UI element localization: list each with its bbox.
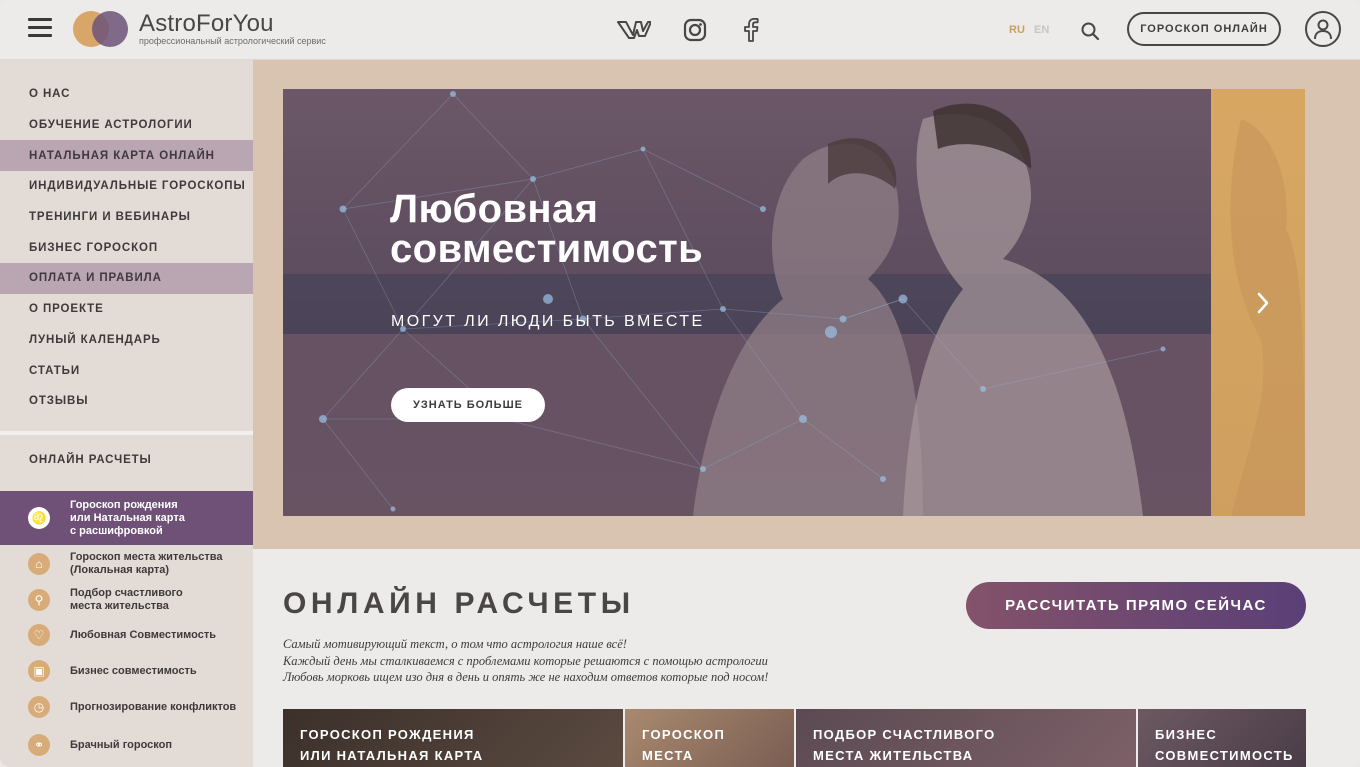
sidebar-calc-item[interactable]: ♡ Любовная Совместимость [0,619,253,651]
sidebar-calc-label: Гороскоп рождения или Натальная карта с ра… [70,499,185,538]
lang-ru-link[interactable]: RU [1009,24,1025,36]
sidebar-calc-label-line: Брачный гороскоп [70,738,173,751]
sidebar-calc-label-line: или Натальная карта [70,511,185,524]
horoscope-online-button[interactable]: ГОРОСКОП ОНЛАЙН [1127,12,1281,46]
chevron-right-icon [1257,292,1269,314]
description-line: Каждый день мы сталкиваемся с проблемами… [283,653,768,668]
section-description: Самый мотивирующий текст, о том что астр… [283,636,768,686]
card-title-line: ГОРОСКОП РОЖДЕНИЯ [300,727,475,742]
sidebar-divider [0,431,253,435]
sidebar-calc-label-line: Гороскоп места жительства [70,551,223,563]
forecast-icon: ◷ [28,696,50,718]
card-title-line: СОВМЕСТИМОСТЬ [1155,748,1294,763]
location-icon: ⚲ [28,589,50,611]
calculate-now-button[interactable]: РАССЧИТАТЬ ПРЯМО СЕЙЧАС [966,582,1306,629]
hero-title-line1: Любовная [390,187,599,231]
sidebar-nav-item[interactable]: НАТАЛЬНАЯ КАРТА ОНЛАЙН [0,140,253,172]
sidebar-calc-label-line: Любовная Совместимость [70,628,216,641]
search-icon[interactable] [1079,20,1101,42]
learn-more-button[interactable]: УЗНАТЬ БОЛЬШЕ [391,388,545,422]
sidebar-nav-item[interactable]: О НАС [0,79,253,110]
sidebar-calc-label: Бизнес совместимость [70,665,197,678]
briefcase-icon: ▣ [28,660,50,682]
lang-en-link[interactable]: EN [1034,24,1049,36]
sidebar: О НАС ОБУЧЕНИЕ АСТРОЛОГИИ НАТАЛЬНАЯ КАРТА … [0,60,253,767]
sidebar-calc-item[interactable]: ⚭ Брачный гороскоп [0,729,253,761]
top-header: AstroForYou профессиональный астрологиче… [0,0,1360,60]
sidebar-calc-item[interactable]: ♌ Гороскоп рождения или Натальная карта с р… [0,491,253,545]
facebook-icon[interactable] [734,16,768,44]
card-business-compatibility[interactable]: БИЗНЕС СОВМЕСТИМОСТЬ [1138,709,1306,767]
sidebar-section-title: ОНЛАЙН РАСЧЕТЫ [29,454,152,466]
user-account-button[interactable] [1305,11,1341,47]
sidebar-nav-item[interactable]: СТАТЬИ [0,355,253,386]
sidebar-calc-label-line: Прогнозирование конфликтов [70,700,237,713]
sidebar-calc-label: Подбор счастливого места жительства [70,587,183,613]
sidebar-nav-item[interactable]: ОБУЧЕНИЕ АСТРОЛОГИИ [0,110,253,141]
sidebar-nav-item[interactable]: ТРЕНИНГИ И ВЕБИНАРЫ [0,202,253,233]
rings-icon: ⚭ [28,734,50,756]
sidebar-calc-label-line: Гороскоп рождения [70,498,178,511]
sidebar-calc-label-line: (Локальная карта) [70,564,170,576]
sidebar-calc-label: Прогнозирование конфликтов [70,701,236,714]
sidebar-calc-item[interactable]: ⚲ Подбор счастливого места жительства [0,583,253,617]
sidebar-calc-label-line: места жительства [70,600,169,612]
user-icon [1314,19,1332,40]
hero-title: Любовная совместимость [390,189,703,269]
sidebar-calc-item[interactable]: ◷ Прогнозирование конфликтов [0,691,253,723]
card-title-line: ИЛИ НАТАЛЬНАЯ КАРТА [300,748,484,763]
sidebar-nav-item[interactable]: ЛУНЫЙ КАЛЕНДАРЬ [0,325,253,356]
next-slide-button[interactable] [1211,89,1305,516]
sidebar-calc-label-line: Бизнес совместимость [70,664,197,677]
sidebar-calc-label-line: с расшифровкой [70,524,163,537]
hero-image [283,89,1211,516]
hero-subtitle: МОГУТ ЛИ ЛЮДИ БЫТЬ ВМЕСТЕ [391,313,705,330]
sidebar-calc-label: Брачный гороскоп [70,739,172,752]
vk-icon[interactable] [617,16,651,44]
logo-title[interactable]: AstroForYou [139,10,274,38]
card-title-line: ПОДБОР СЧАСТЛИВОГО [813,727,996,742]
card-title-line: МЕСТА [642,748,694,763]
card-title-line: БИЗНЕС [1155,727,1218,742]
card-happy-place[interactable]: ПОДБОР СЧАСТЛИВОГО МЕСТА ЖИТЕЛЬСТВА [796,709,1136,767]
sidebar-nav-item[interactable]: ОПЛАТА И ПРАВИЛА [0,263,253,294]
sidebar-nav-item[interactable]: БИЗНЕС ГОРОСКОП [0,232,253,263]
calc-cards: ГОРОСКОП РОЖДЕНИЯ ИЛИ НАТАЛЬНАЯ КАРТА ГО… [283,709,1306,767]
logo-subtitle: профессиональный астрологический сервис [139,36,326,46]
description-line: Самый мотивирующий текст, о том что астр… [283,637,627,651]
card-natal-chart[interactable]: ГОРОСКОП РОЖДЕНИЯ ИЛИ НАТАЛЬНАЯ КАРТА [283,709,623,767]
instagram-icon[interactable] [678,16,712,44]
home-icon: ⌂ [28,553,50,575]
sidebar-nav-item[interactable]: О ПРОЕКТЕ [0,294,253,325]
sidebar-calc-label: Гороскоп места жительства (Локальная карт… [70,551,222,577]
hero-section: Любовная совместимость МОГУТ ЛИ ЛЮДИ БЫТ… [253,60,1360,549]
menu-icon[interactable] [28,18,52,38]
sidebar-calc-item[interactable]: ⌂ Гороскоп места жительства (Локальная кар… [0,547,253,581]
sidebar-calc-item[interactable]: ▣ Бизнес совместимость [0,655,253,687]
sidebar-nav-item[interactable]: ИНДИВИДУАЛЬНЫЕ ГОРОСКОПЫ [0,171,253,202]
card-title-line: МЕСТА ЖИТЕЛЬСТВА [813,748,974,763]
heart-icon: ♡ [28,624,50,646]
sidebar-calc-label-line: Подбор счастливого [70,587,183,599]
natal-chart-icon: ♌ [28,507,50,529]
page: AstroForYou профессиональный астрологиче… [0,0,1360,767]
sidebar-nav-item[interactable]: ОТЗЫВЫ [0,386,253,417]
card-title-line: ГОРОСКОП [642,727,726,742]
sidebar-nav: О НАС ОБУЧЕНИЕ АСТРОЛОГИИ НАТАЛЬНАЯ КАРТА … [0,60,253,417]
section-title: ОНЛАЙН РАСЧЕТЫ [283,587,635,620]
sidebar-calc-label: Любовная Совместимость [70,629,216,642]
logo-icon[interactable] [72,10,132,48]
description-line: Любовь морковь ищем изо дня в день и опя… [283,670,769,684]
card-place-horoscope[interactable]: ГОРОСКОП МЕСТА [625,709,794,767]
hero-title-line2: совместимость [390,227,704,271]
hero-slide: Любовная совместимость МОГУТ ЛИ ЛЮДИ БЫТ… [283,89,1211,516]
